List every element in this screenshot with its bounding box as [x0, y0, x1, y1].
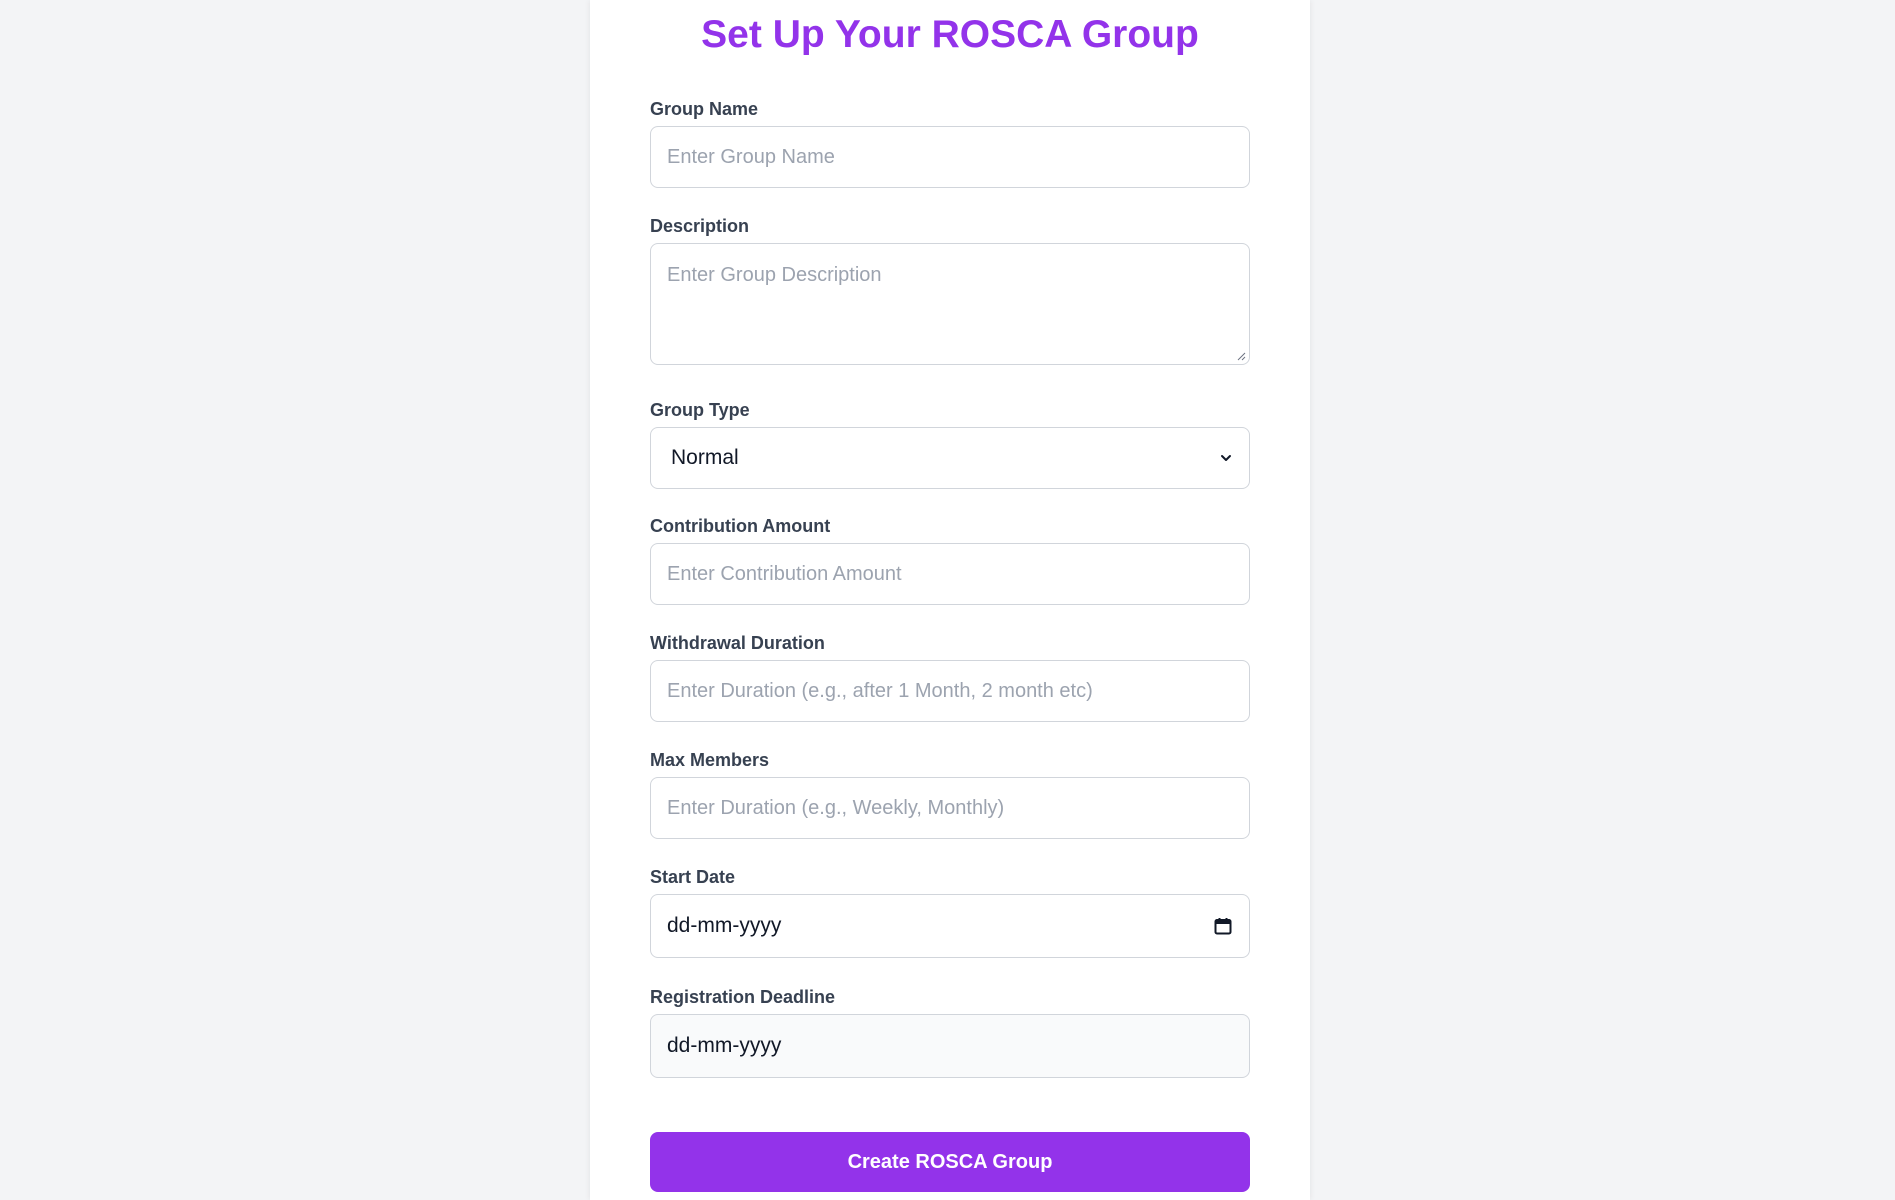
group-name-input[interactable]: Enter Group Name	[650, 126, 1250, 188]
withdrawal-duration-field: Withdrawal Duration Enter Duration (e.g.…	[650, 632, 1250, 722]
create-rosca-group-button[interactable]: Create ROSCA Group	[650, 1132, 1250, 1192]
group-type-label: Group Type	[650, 400, 750, 420]
group-type-select[interactable]: Normal	[650, 427, 1250, 489]
max-members-input[interactable]: Enter Duration (e.g., Weekly, Monthly)	[650, 777, 1250, 839]
chevron-down-icon	[1221, 455, 1231, 461]
group-name-label: Group Name	[650, 99, 759, 119]
description-placeholder: Enter Group Description	[667, 264, 882, 286]
description-field: Description Enter Group Description	[650, 215, 1250, 365]
description-label: Description	[650, 216, 750, 236]
group-name-placeholder: Enter Group Name	[667, 145, 835, 168]
group-name-field: Group Name Enter Group Name	[650, 98, 1250, 188]
withdrawal-duration-label: Withdrawal Duration	[650, 633, 825, 653]
contribution-amount-field: Contribution Amount Enter Contribution A…	[650, 515, 1250, 605]
contribution-amount-input[interactable]: Enter Contribution Amount	[650, 543, 1250, 605]
registration-deadline-label: Registration Deadline	[650, 987, 836, 1007]
form-card: Set Up Your ROSCA Group Group Name Enter…	[590, 0, 1310, 1200]
contribution-amount-placeholder: Enter Contribution Amount	[667, 562, 902, 585]
withdrawal-duration-input[interactable]: Enter Duration (e.g., after 1 Month, 2 m…	[650, 660, 1250, 722]
start-date-label: Start Date	[650, 867, 736, 887]
withdrawal-duration-placeholder: Enter Duration (e.g., after 1 Month, 2 m…	[667, 679, 1093, 702]
max-members-label: Max Members	[650, 750, 770, 770]
calendar-icon[interactable]	[1213, 916, 1233, 936]
start-date-input[interactable]: dd-mm-yyyy	[650, 894, 1250, 958]
max-members-field: Max Members Enter Duration (e.g., Weekly…	[650, 749, 1250, 839]
start-date-value: dd-mm-yyyy	[667, 914, 782, 937]
group-type-value: Normal	[671, 446, 739, 469]
group-type-field: Group Type Normal	[650, 399, 1250, 489]
start-date-field: Start Date dd-mm-yyyy	[650, 866, 1250, 958]
registration-deadline-field: Registration Deadline dd-mm-yyyy	[650, 986, 1250, 1078]
registration-deadline-value: dd-mm-yyyy	[667, 1034, 782, 1057]
contribution-amount-label: Contribution Amount	[650, 516, 831, 536]
description-textarea[interactable]: Enter Group Description	[650, 243, 1250, 365]
registration-deadline-input[interactable]: dd-mm-yyyy	[650, 1014, 1250, 1078]
page-title: Set Up Your ROSCA Group	[701, 13, 1199, 56]
resize-grip-icon[interactable]	[1236, 351, 1246, 361]
max-members-placeholder: Enter Duration (e.g., Weekly, Monthly)	[667, 796, 1005, 819]
